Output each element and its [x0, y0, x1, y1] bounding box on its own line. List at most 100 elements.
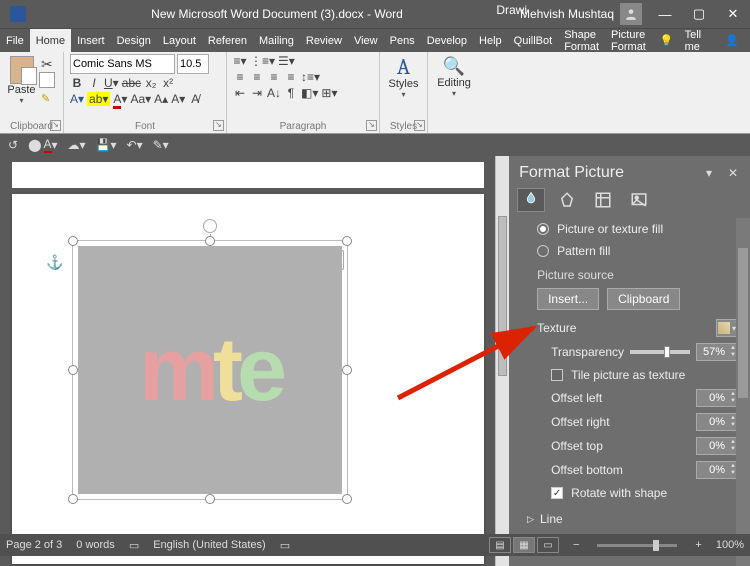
rotate-handle[interactable]: [203, 219, 217, 233]
borders-button[interactable]: ⊞▾: [321, 86, 337, 100]
zoom-slider[interactable]: [597, 544, 677, 547]
status-page[interactable]: Page 2 of 3: [6, 539, 62, 551]
styles-dialog-launcher[interactable]: ↘: [414, 120, 425, 131]
resize-handle[interactable]: [342, 236, 352, 246]
bold-button[interactable]: B: [70, 76, 84, 90]
pane-close-button[interactable]: ✕: [726, 166, 740, 180]
offset-right-spinner[interactable]: ▲▼: [696, 413, 740, 431]
tab-help[interactable]: Help: [473, 29, 508, 52]
decrease-indent-button[interactable]: ⇤: [233, 86, 247, 100]
qat-touch-button[interactable]: ↺: [8, 138, 18, 152]
qat-save-button[interactable]: 💾▾: [96, 138, 117, 152]
shading-button[interactable]: ◧▾: [301, 86, 318, 100]
tab-pens[interactable]: Pens: [384, 29, 421, 52]
grow-font-button[interactable]: A▴: [154, 92, 168, 106]
qat-undo-button[interactable]: ↶▾: [127, 138, 143, 152]
tab-mailings[interactable]: Mailing: [253, 29, 300, 52]
shrink-font-button[interactable]: A▾: [171, 92, 185, 106]
align-center-button[interactable]: ≡: [250, 70, 264, 84]
justify-button[interactable]: ≡: [284, 70, 298, 84]
cut-icon[interactable]: ✂: [41, 56, 57, 72]
tab-picture-format[interactable]: Picture Format: [605, 29, 652, 52]
status-spellcheck-icon[interactable]: ▭: [129, 539, 139, 552]
minimize-button[interactable]: ―: [648, 0, 682, 28]
tell-me-button[interactable]: 💡 Tell me: [652, 29, 717, 53]
line-spacing-button[interactable]: ↕≡▾: [301, 70, 320, 84]
pane-tab-fill[interactable]: [517, 188, 545, 212]
view-print-button[interactable]: ▦: [513, 537, 535, 553]
align-left-button[interactable]: ≡: [233, 70, 247, 84]
pane-tab-layout[interactable]: [589, 188, 617, 212]
editing-button[interactable]: 🔍 Editing ▾: [434, 54, 474, 100]
tab-home[interactable]: Home: [30, 29, 71, 52]
pane-tab-picture[interactable]: [625, 188, 653, 212]
highlight-button[interactable]: ab▾: [87, 92, 110, 106]
close-button[interactable]: ✕: [716, 0, 750, 28]
resize-handle[interactable]: [68, 236, 78, 246]
paragraph-dialog-launcher[interactable]: ↘: [366, 120, 377, 131]
status-macro-icon[interactable]: ▭: [280, 539, 290, 552]
tab-review[interactable]: Review: [300, 29, 348, 52]
document-area[interactable]: ⚓ ⤢ mte: [0, 156, 495, 566]
numbering-button[interactable]: ⋮≡▾: [250, 54, 275, 68]
slider-thumb[interactable]: [653, 540, 659, 551]
underline-button[interactable]: U▾: [104, 76, 119, 90]
fill-picture-texture-radio[interactable]: Picture or texture fill: [519, 218, 746, 240]
resize-handle[interactable]: [205, 494, 215, 504]
subscript-button[interactable]: x₂: [144, 76, 158, 90]
vertical-scrollbar[interactable]: [495, 156, 509, 566]
strikethrough-button[interactable]: abc: [122, 76, 141, 90]
transparency-slider[interactable]: [630, 350, 690, 354]
resize-handle[interactable]: [342, 365, 352, 375]
font-color-button[interactable]: A▾: [113, 92, 127, 106]
avatar-icon[interactable]: [620, 3, 642, 25]
view-read-button[interactable]: ▤: [489, 537, 511, 553]
text-effects-button[interactable]: A▾: [70, 92, 84, 106]
pane-tab-effects[interactable]: [553, 188, 581, 212]
offset-top-spinner[interactable]: ▲▼: [696, 437, 740, 455]
tab-insert[interactable]: Insert: [71, 29, 111, 52]
sort-button[interactable]: A↓: [267, 86, 281, 100]
bullets-button[interactable]: ≡▾: [233, 54, 247, 68]
tab-design[interactable]: Design: [111, 29, 157, 52]
view-web-button[interactable]: ▭: [537, 537, 559, 553]
scrollbar-thumb[interactable]: [738, 248, 748, 398]
line-section-toggle[interactable]: ▷ Line: [519, 504, 746, 526]
clear-formatting-button[interactable]: A̸: [188, 92, 202, 106]
paste-button[interactable]: Paste ▾: [6, 56, 37, 106]
copy-icon[interactable]: [41, 74, 57, 90]
qat-font-color-button[interactable]: ⬤ A▾: [28, 137, 57, 153]
styles-button[interactable]: A Styles ▾: [386, 54, 421, 101]
offset-bottom-spinner[interactable]: ▲▼: [696, 461, 740, 479]
increase-indent-button[interactable]: ⇥: [250, 86, 264, 100]
clipboard-button[interactable]: Clipboard: [607, 288, 680, 310]
tab-file[interactable]: File: [0, 29, 30, 52]
status-language[interactable]: English (United States): [153, 539, 266, 551]
clipboard-dialog-launcher[interactable]: ↘: [50, 120, 61, 131]
font-dialog-launcher[interactable]: ↘: [213, 120, 224, 131]
qat-format-painter-button[interactable]: ✎▾: [153, 138, 169, 152]
selected-picture[interactable]: mte: [72, 240, 348, 500]
tile-checkbox[interactable]: Tile picture as texture: [519, 364, 746, 386]
tab-layout[interactable]: Layout: [157, 29, 202, 52]
account-name[interactable]: Mehvish Mushtaq: [520, 3, 642, 25]
superscript-button[interactable]: x²: [161, 76, 175, 90]
fill-pattern-radio[interactable]: Pattern fill: [519, 240, 746, 262]
offset-left-spinner[interactable]: ▲▼: [696, 389, 740, 407]
tab-references[interactable]: Referen: [202, 29, 253, 52]
insert-picture-button[interactable]: Insert...: [537, 288, 599, 310]
format-painter-icon[interactable]: ✎: [41, 92, 55, 106]
zoom-in-button[interactable]: +: [695, 539, 701, 551]
zoom-out-button[interactable]: −: [573, 539, 579, 551]
page-2[interactable]: ⚓ ⤢ mte: [12, 194, 484, 564]
pane-options-button[interactable]: ▾: [702, 166, 716, 180]
resize-handle[interactable]: [68, 365, 78, 375]
texture-picker-button[interactable]: [716, 319, 738, 337]
tab-shape-format[interactable]: Shape Format: [558, 29, 605, 52]
resize-handle[interactable]: [205, 236, 215, 246]
tab-view[interactable]: View: [348, 29, 384, 52]
tab-developer[interactable]: Develop: [421, 29, 473, 52]
resize-handle[interactable]: [342, 494, 352, 504]
share-button[interactable]: 👤 Share: [717, 34, 750, 47]
tab-quillbot[interactable]: QuillBot: [508, 29, 559, 52]
